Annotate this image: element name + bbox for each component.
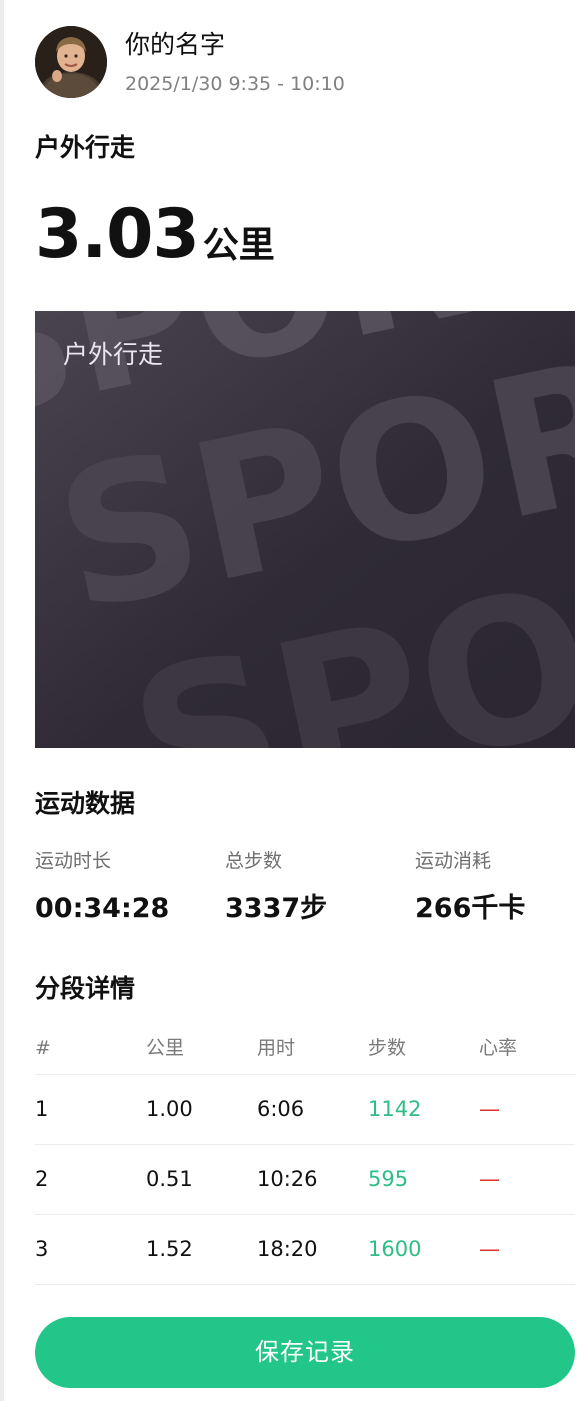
row-index: 1	[35, 1097, 49, 1121]
avatar-photo-icon	[35, 26, 107, 98]
row-steps: 1142	[368, 1097, 422, 1121]
row-km: 0.51	[146, 1167, 193, 1191]
distance-unit: 公里	[202, 225, 275, 266]
stats-section-title: 运动数据	[35, 789, 136, 818]
splits-section-title: 分段详情	[35, 974, 136, 1003]
avatar[interactable]	[35, 26, 107, 98]
stat-calories-label: 运动消耗	[415, 850, 492, 872]
sport-pattern-background: SPORT SPORT SPORT	[35, 311, 575, 748]
row-time: 6:06	[257, 1097, 305, 1121]
splits-header-row: # 公里 用时 步数 心率	[35, 1030, 575, 1075]
column-header-time: 用时	[257, 1037, 296, 1059]
row-steps: 595	[368, 1167, 409, 1191]
row-km: 1.52	[146, 1237, 193, 1261]
splits-table: # 公里 用时 步数 心率 1 1.00 6:06 1142 — 2 0.51 …	[35, 1030, 575, 1285]
stat-calories: 运动消耗 266千卡	[415, 848, 525, 926]
stats-grid: 运动时长 00:34:28 总步数 3337步 运动消耗 266千卡	[35, 848, 575, 938]
activity-banner: SPORT SPORT SPORT 户外行走	[35, 311, 575, 748]
column-header-steps: 步数	[368, 1037, 407, 1059]
row-time: 10:26	[257, 1167, 318, 1191]
row-index: 3	[35, 1237, 49, 1261]
save-record-button[interactable]: 保存记录	[35, 1317, 575, 1388]
banner-activity-label: 户外行走	[63, 340, 164, 369]
table-row: 3 1.52 18:20 1600 —	[35, 1215, 575, 1285]
stat-duration-label: 运动时长	[35, 850, 112, 872]
table-row: 1 1.00 6:06 1142 —	[35, 1075, 575, 1145]
distance-value: 3.03	[35, 195, 200, 274]
row-steps: 1600	[368, 1237, 422, 1261]
workout-record-page: 你的名字 2025/1/30 9:35 - 10:10 户外行走 3.03 公里 …	[0, 0, 584, 1401]
row-km: 1.00	[146, 1097, 193, 1121]
stat-steps: 总步数 3337步	[225, 848, 327, 926]
column-header-index: #	[35, 1037, 51, 1059]
profile-header: 你的名字 2025/1/30 9:35 - 10:10	[35, 26, 575, 98]
stat-calories-value: 266千卡	[415, 893, 526, 924]
column-header-km: 公里	[146, 1037, 185, 1059]
workout-time-range: 2025/1/30 9:35 - 10:10	[125, 73, 345, 95]
row-index: 2	[35, 1167, 49, 1191]
row-time: 18:20	[257, 1237, 318, 1261]
stat-steps-label: 总步数	[225, 850, 283, 872]
row-heart-rate: —	[479, 1097, 500, 1121]
user-name: 你的名字	[125, 30, 226, 59]
stat-duration: 运动时长 00:34:28	[35, 848, 169, 926]
column-header-heart-rate: 心率	[479, 1037, 518, 1059]
activity-type-title: 户外行走	[35, 133, 136, 162]
stat-steps-value: 3337步	[225, 893, 328, 924]
distance-summary: 3.03 公里	[35, 195, 275, 285]
row-heart-rate: —	[479, 1237, 500, 1261]
left-edge-divider	[0, 0, 4, 1401]
row-heart-rate: —	[479, 1167, 500, 1191]
table-row: 2 0.51 10:26 595 —	[35, 1145, 575, 1215]
stat-duration-value: 00:34:28	[35, 893, 170, 924]
